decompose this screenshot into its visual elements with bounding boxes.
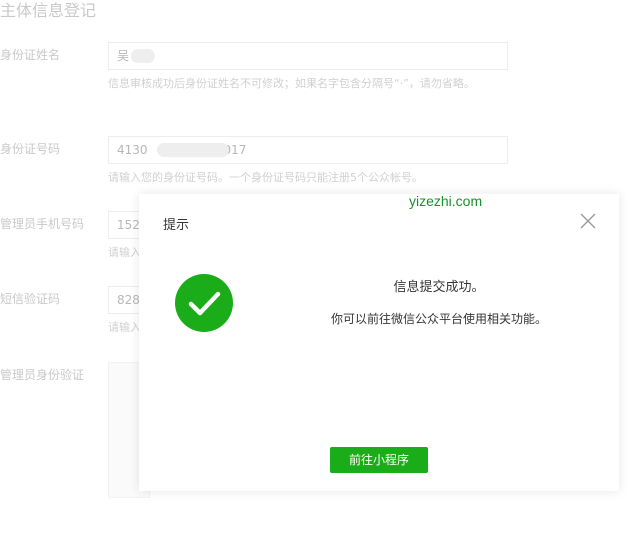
success-message: 信息提交成功。 [393, 280, 485, 295]
sms-code-value: 828 [117, 293, 140, 307]
go-to-mini-program-button[interactable]: 前往小程序 [330, 447, 428, 473]
id-verify-label: 管理员身份验证 [0, 368, 85, 382]
check-circle-icon [175, 274, 233, 332]
close-icon[interactable] [579, 212, 597, 230]
dialog-title: 提示 [163, 218, 190, 233]
success-dialog: 提示 信息提交成功。 你可以前往微信公众平台使用相关功能。 前往小程序 [139, 194, 619, 491]
name-label: 身份证姓名 [0, 48, 61, 62]
name-field[interactable]: 吴 [108, 42, 508, 70]
sms-code-label: 短信验证码 [0, 292, 61, 306]
id-number-hint: 请输入您的身份证号码。一个身份证号码只能注册5个公众帐号。 [108, 171, 423, 184]
redaction-blur [157, 143, 229, 157]
id-number-label: 身份证号码 [0, 142, 61, 156]
id-number-field[interactable]: 4130 017 [108, 136, 508, 164]
id-number-prefix: 4130 [117, 143, 148, 157]
name-hint: 信息审核成功后身份证姓名不可修改；如果名字包含分隔号“·”，请勿省略。 [108, 77, 475, 90]
phone-value: 152 [117, 218, 140, 232]
success-description: 你可以前往微信公众平台使用相关功能。 [330, 312, 547, 326]
redaction-blur [131, 49, 155, 63]
name-value: 吴 [117, 49, 130, 63]
site-watermark: yizezhi.com [409, 193, 483, 209]
phone-label: 管理员手机号码 [0, 217, 85, 231]
section-title: 主体信息登记 [0, 1, 97, 20]
